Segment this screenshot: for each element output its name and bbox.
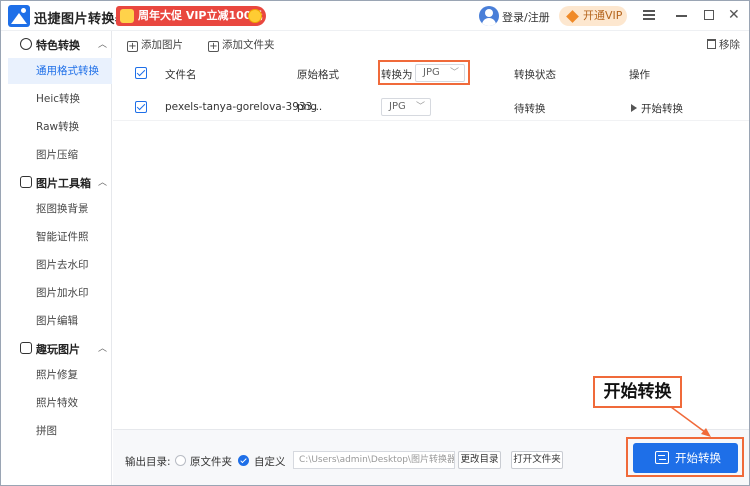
maximize-icon[interactable] <box>702 8 716 22</box>
image-icon <box>20 342 32 354</box>
header-status: 转换状态 <box>514 69 556 81</box>
sidebar-item-compress[interactable]: 图片压缩 <box>8 142 112 168</box>
sidebar-group-special[interactable]: 特色转换 ︿ <box>2 33 112 55</box>
row-start-button[interactable]: 开始转换 <box>631 101 683 116</box>
chevron-up-icon: ︿ <box>98 344 108 354</box>
play-icon <box>631 104 637 112</box>
start-convert-label: 开始转换 <box>675 451 721 465</box>
row-status: 待转换 <box>514 103 546 115</box>
sidebar-item-edit[interactable]: 图片编辑 <box>8 308 112 334</box>
option-original-label: 原文件夹 <box>190 456 232 468</box>
remove-label: 移除 <box>719 39 740 51</box>
start-convert-button[interactable]: 开始转换 <box>633 443 738 473</box>
diamond-icon <box>566 10 579 23</box>
sidebar-group-fun[interactable]: 趣玩图片 ︿ <box>2 337 112 359</box>
header-action: 操作 <box>629 69 650 81</box>
toolbar: + 添加图片 + 添加文件夹 移除 <box>113 31 749 57</box>
remove-button[interactable]: 移除 <box>707 37 740 51</box>
vip-label: 开通VIP <box>583 9 623 22</box>
sidebar-item-cutout[interactable]: 抠图换背景 <box>8 196 112 222</box>
toolbox-icon <box>20 176 32 188</box>
callout-label: 开始转换 <box>593 376 682 408</box>
radio-original-folder[interactable] <box>175 455 186 466</box>
open-folder-button[interactable]: 打开文件夹 <box>511 451 563 469</box>
app-logo-icon <box>8 5 30 27</box>
promo-banner[interactable]: 周年大促 VIP立减100元 <box>116 6 266 26</box>
avatar-icon <box>479 6 499 26</box>
chevron-up-icon: ︿ <box>98 178 108 188</box>
row-original-format: png <box>297 101 317 113</box>
sidebar-group-label: 趣玩图片 <box>36 343 80 356</box>
sidebar-group-toolbox[interactable]: 图片工具箱 ︿ <box>2 171 112 193</box>
sidebar-item-effects[interactable]: 照片特效 <box>8 390 112 416</box>
add-image-button[interactable]: + 添加图片 <box>127 37 183 52</box>
sidebar-item-repair[interactable]: 照片修复 <box>8 362 112 388</box>
add-folder-label: 添加文件夹 <box>222 39 275 51</box>
row-start-label: 开始转换 <box>641 103 683 115</box>
sidebar-item-collage[interactable]: 拼图 <box>8 418 112 444</box>
add-image-label: 添加图片 <box>141 39 183 51</box>
coin-icon <box>248 9 262 23</box>
header-filename: 文件名 <box>165 69 197 81</box>
sidebar-item-id-photo[interactable]: 智能证件照 <box>8 224 112 250</box>
header-original-format: 原始格式 <box>297 69 339 81</box>
title-bar: 迅捷图片转换器 周年大促 VIP立减100元 登录/注册 开通VIP ✕ <box>1 1 749 31</box>
promo-text: 周年大促 VIP立减100元 <box>138 9 263 22</box>
option-custom-label: 自定义 <box>254 456 286 468</box>
sidebar-group-label: 特色转换 <box>36 39 80 52</box>
convert-icon <box>655 451 669 464</box>
convert-to-highlight <box>378 60 470 85</box>
plus-icon: + <box>208 41 219 52</box>
radio-custom[interactable] <box>238 455 249 466</box>
trash-icon <box>707 39 716 49</box>
table-row[interactable]: pexels-tanya-gorelova-3933... png JPG ﹀ … <box>113 93 749 121</box>
sidebar-group-label: 图片工具箱 <box>36 177 91 190</box>
app-title: 迅捷图片转换器 <box>34 12 129 27</box>
chevron-down-icon: ﹀ <box>415 102 425 112</box>
login-label: 登录/注册 <box>502 11 550 24</box>
output-dir-label: 输出目录: <box>125 456 171 468</box>
sidebar: 特色转换 ︿ 通用格式转换 Heic转换 Raw转换 图片压缩 图片工具箱 ︿ … <box>2 31 112 485</box>
convert-icon <box>20 38 32 50</box>
select-all-checkbox[interactable] <box>135 67 147 79</box>
sidebar-item-general-convert[interactable]: 通用格式转换 <box>8 58 112 84</box>
row-checkbox[interactable] <box>135 101 147 113</box>
add-folder-button[interactable]: + 添加文件夹 <box>208 37 275 52</box>
change-dir-button[interactable]: 更改目录 <box>458 451 501 469</box>
close-icon[interactable]: ✕ <box>728 8 742 22</box>
row-format-select[interactable]: JPG ﹀ <box>381 98 431 116</box>
sidebar-item-raw[interactable]: Raw转换 <box>8 114 112 140</box>
vip-button[interactable]: 开通VIP <box>559 6 627 26</box>
sidebar-item-heic[interactable]: Heic转换 <box>8 86 112 112</box>
plus-icon: + <box>127 41 138 52</box>
chevron-up-icon: ︿ <box>98 40 108 50</box>
app-window: 迅捷图片转换器 周年大促 VIP立减100元 登录/注册 开通VIP ✕ 特色转… <box>0 0 750 486</box>
minimize-icon[interactable] <box>675 8 689 22</box>
output-path-input[interactable]: C:\Users\admin\Desktop\图片转换器 <box>293 451 455 469</box>
gift-icon <box>120 9 134 23</box>
sidebar-item-remove-watermark[interactable]: 图片去水印 <box>8 252 112 278</box>
sidebar-item-add-watermark[interactable]: 图片加水印 <box>8 280 112 306</box>
menu-icon[interactable] <box>642 8 656 22</box>
row-format-value: JPG <box>389 101 406 112</box>
